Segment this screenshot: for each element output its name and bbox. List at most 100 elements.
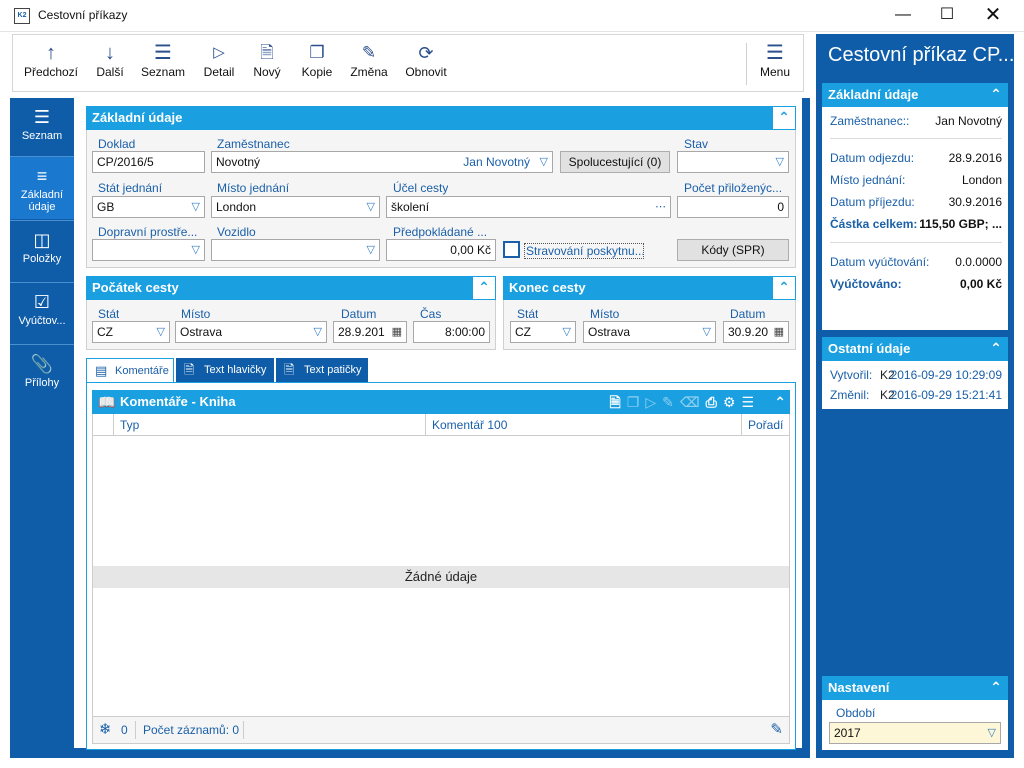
period-field[interactable]: 2017 ▽ [829, 722, 1001, 744]
start-datum-field[interactable]: 28.9.201 ▦ [333, 321, 407, 343]
start-cas-field[interactable]: 8:00:00 [413, 321, 490, 343]
calendar-icon[interactable]: ▦ [774, 322, 784, 342]
ucel-cesty-field[interactable]: školení ⋯ [386, 196, 671, 218]
predpokladane-field[interactable]: 0,00 Kč [386, 239, 496, 261]
misto-jednani-field[interactable]: London ▽ [211, 196, 380, 218]
detail-label: Detail [203, 65, 235, 79]
column-typ[interactable]: Typ [113, 414, 425, 436]
edit-button[interactable]: ✎ Změna [347, 41, 391, 85]
next-button[interactable]: ↓ Další [87, 41, 133, 85]
dopravni-prostredek-field[interactable]: ▽ [92, 239, 205, 261]
dropdown-icon[interactable]: ▽ [157, 322, 165, 342]
maximize-button[interactable]: ☐ [924, 0, 970, 32]
dropdown-icon[interactable]: ▽ [192, 197, 200, 217]
minimize-button[interactable]: — [880, 0, 926, 32]
dropdown-icon[interactable]: ▽ [192, 240, 200, 260]
row-key: Datum příjezdu: [830, 195, 915, 209]
tab-text-hlavicky[interactable]: 🗎 Text hlavičky [176, 358, 274, 382]
collapse-icon[interactable]: ⌃ [984, 676, 1008, 700]
new-row-icon[interactable]: 🗎 [610, 394, 627, 410]
detail-button[interactable]: ▷ Detail [197, 41, 241, 85]
right-other-title: Ostatní údaje [828, 341, 911, 356]
spolucestujici-button[interactable]: Spolucestující (0) [560, 151, 670, 173]
row-key: Místo jednání: [830, 173, 906, 187]
pencil-icon[interactable]: ✎ [770, 717, 783, 743]
nav-item-prilohy[interactable]: 📎 Přílohy [10, 345, 74, 403]
column-komentar[interactable]: Komentář 100 [425, 414, 741, 436]
tab-text-paticky[interactable]: 🗎 Text patičky [276, 358, 368, 382]
delete-row-icon[interactable]: ⌫ [680, 394, 706, 410]
calendar-icon[interactable]: ▦ [392, 322, 402, 342]
dropdown-icon[interactable]: ▽ [703, 322, 711, 342]
nav-item-polozky[interactable]: ◫ Položky [10, 221, 74, 281]
period-value: 2017 [834, 726, 861, 740]
copy-button[interactable]: ❐ Kopie [297, 41, 337, 85]
stat-jednani-label: Stát jednání [98, 181, 163, 195]
right-basic-header: Základní údaje ⌃ [822, 83, 1008, 107]
collapse-icon[interactable]: ⌃ [984, 83, 1008, 107]
hamburger-icon[interactable]: ☰ [741, 394, 760, 410]
collapse-icon[interactable]: ⌃ [774, 390, 786, 414]
footer-separator [243, 721, 244, 739]
column-poradi[interactable]: Pořadí [741, 414, 787, 436]
end-stat-value: CZ [515, 325, 531, 339]
stat-jednani-field[interactable]: GB ▽ [92, 196, 205, 218]
end-stat-field[interactable]: CZ ▽ [510, 321, 576, 343]
new-button[interactable]: 🗎 Nový [249, 41, 285, 85]
right-row-created: Vytvořil: K2 2016-09-29 10:29:09 [830, 367, 1002, 383]
footer-separator [135, 721, 136, 739]
start-stat-field[interactable]: CZ ▽ [92, 321, 170, 343]
collapse-icon[interactable]: ⌃ [772, 106, 796, 130]
edit-row-icon[interactable]: ✎ [662, 394, 680, 410]
menu-button[interactable]: ☰ Menu [755, 41, 795, 85]
list-button[interactable]: ☰ Seznam [137, 41, 189, 85]
kody-button[interactable]: Kódy (SPR) [677, 239, 789, 261]
collapse-icon[interactable]: ⌃ [772, 276, 796, 300]
collapse-icon[interactable]: ⌃ [984, 337, 1008, 361]
detail-row-icon[interactable]: ▷ [645, 394, 662, 410]
print-icon[interactable]: ⎙ [706, 394, 723, 410]
doklad-label: Doklad [98, 137, 136, 151]
nav-item-zakladni-udaje[interactable]: ≡ Základní údaje [10, 157, 74, 219]
row-value: Jan Novotný [935, 114, 1002, 128]
right-row-datum-odjezdu: Datum odjezdu: 28.9.2016 [830, 150, 1002, 166]
splitter[interactable] [802, 98, 810, 758]
collapse-icon[interactable]: ⌃ [472, 276, 496, 300]
dropdown-icon[interactable]: ▽ [314, 322, 322, 342]
refresh-button[interactable]: ⟳ Obnovit [401, 41, 451, 85]
end-datum-field[interactable]: 30.9.20 ▦ [723, 321, 789, 343]
dropdown-icon[interactable]: ▽ [540, 152, 548, 172]
row-key: Zaměstnanec:: [830, 114, 910, 128]
snowflake-icon[interactable]: ❄ [99, 717, 112, 743]
stav-field[interactable]: ▽ [677, 151, 789, 173]
copy-row-icon[interactable]: ❐ [627, 394, 646, 410]
tab-komentare[interactable]: ▤ Komentáře [86, 358, 174, 382]
vozidlo-field[interactable]: ▽ [211, 239, 380, 261]
end-title: Konec cesty [509, 280, 586, 295]
stravovani-checkbox[interactable] [503, 241, 520, 258]
start-header: Počátek cesty ⌃ [86, 276, 496, 300]
dropdown-icon[interactable]: ▽ [776, 152, 784, 172]
end-datum-value: 30.9.20 [728, 325, 769, 339]
stravovani-label[interactable]: Stravování poskytnu... [524, 243, 644, 259]
start-misto-field[interactable]: Ostrava ▽ [175, 321, 327, 343]
nav-item-seznam[interactable]: ☰ Seznam [10, 98, 74, 156]
right-row-datum-prijezdu: Datum příjezdu: 30.9.2016 [830, 194, 1002, 210]
previous-button[interactable]: ↑ Předchozí [21, 41, 81, 85]
grid-column-headers: Typ Komentář 100 Pořadí [92, 414, 790, 436]
nav-item-vyuctovani[interactable]: ☑ Vyúčtov... [10, 283, 74, 343]
pocet-priloh-field[interactable]: 0 [677, 196, 789, 218]
gear-icon[interactable]: ⚙ [723, 394, 742, 410]
nav-item-label: Přílohy [24, 377, 60, 389]
doklad-field[interactable]: CP/2016/5 [92, 151, 205, 173]
zamestnanec-field[interactable]: Novotný Jan Novotný ▽ [211, 151, 553, 173]
nav-item-label: Základní údaje [20, 189, 64, 213]
vozidlo-label: Vozidlo [217, 225, 256, 239]
close-button[interactable]: ✕ [970, 0, 1016, 32]
ellipsis-icon[interactable]: ⋯ [655, 197, 666, 217]
dropdown-icon[interactable]: ▽ [988, 723, 996, 743]
dropdown-icon[interactable]: ▽ [563, 322, 571, 342]
dropdown-icon[interactable]: ▽ [367, 240, 375, 260]
end-misto-field[interactable]: Ostrava ▽ [583, 321, 716, 343]
dropdown-icon[interactable]: ▽ [367, 197, 375, 217]
